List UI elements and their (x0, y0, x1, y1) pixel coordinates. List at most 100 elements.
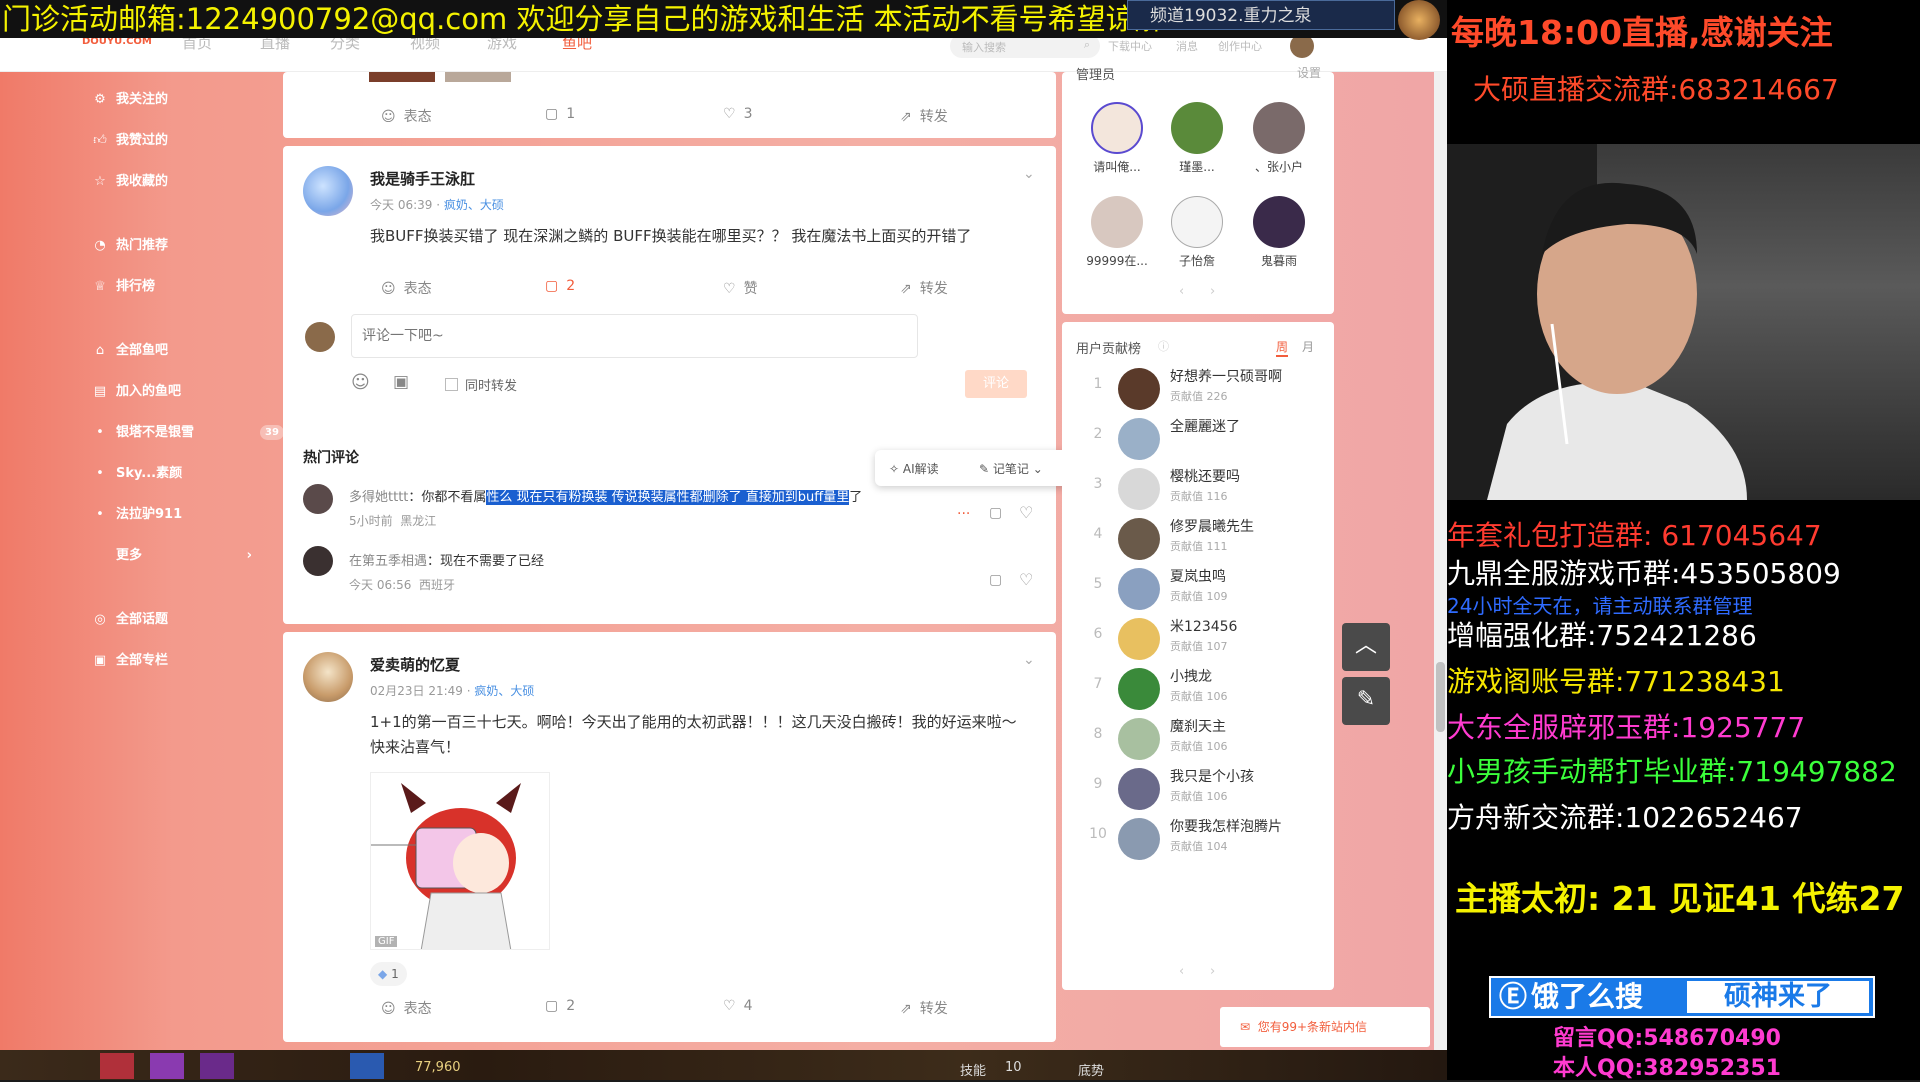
rank-tab-month[interactable]: 月 (1302, 338, 1314, 355)
author-avatar[interactable] (303, 166, 353, 216)
sparkle-icon: ✧ (889, 462, 900, 476)
commenter-avatar[interactable] (303, 546, 333, 576)
share-button[interactable]: ⇗ 转发 (900, 106, 948, 126)
post-image-thumb[interactable] (445, 72, 511, 82)
author-name[interactable]: 爱卖萌的忆夏 (370, 654, 460, 675)
sidebar-item-topics[interactable]: ◎ 全部话题 (92, 609, 168, 631)
compose-button[interactable]: ✎ (1342, 677, 1390, 725)
rank-row[interactable]: 1 好想养一只硕哥啊 贡献值 226 (1062, 364, 1322, 414)
info-icon[interactable]: ⓘ (1158, 338, 1169, 354)
sidebar-item-ranking[interactable]: ♕ 排行榜 (92, 276, 155, 298)
express-button[interactable]: ☺ 表态 (381, 106, 432, 126)
rank-row[interactable]: 5 夏岚虫鸣 贡献值 109 (1062, 564, 1322, 614)
post-gif-image[interactable]: GIF (370, 772, 550, 950)
post-tags[interactable]: 疯奶、大硕 (474, 684, 534, 698)
bullet-dot-icon: • (96, 425, 104, 440)
ai-read-label: AI解读 (902, 462, 939, 476)
sidebar-item-joined[interactable]: ▤ 加入的鱼吧 (92, 381, 181, 403)
sidebar-item-more[interactable]: 更多 › (92, 545, 252, 567)
repost-checkbox[interactable] (445, 378, 458, 391)
sidebar-item-columns[interactable]: ▣ 全部专栏 (92, 650, 168, 672)
page-scrollbar[interactable] (1434, 72, 1447, 1050)
rank-row[interactable]: 2 全麗麗迷了 (1062, 414, 1322, 464)
home-icon: ⌂ (95, 343, 105, 358)
like-button[interactable]: ♡ 3 (723, 106, 752, 122)
message-notice[interactable]: ✉ 您有99+条新站内信 (1220, 1007, 1430, 1047)
prev-page-icon[interactable]: ‹ (1179, 964, 1184, 979)
rank-row[interactable]: 10 你要我怎样泡腾片 贡献值 104 (1062, 814, 1322, 864)
moderators-settings-link[interactable]: 设置 (1297, 64, 1321, 81)
comment-input[interactable] (351, 314, 918, 358)
moderator-item[interactable]: 鬼暮雨 (1244, 196, 1314, 269)
express-button[interactable]: ☺ 表态 (381, 278, 432, 298)
prev-page-icon[interactable]: ‹ (1179, 284, 1184, 299)
rank-tab-week[interactable]: 周 (1276, 338, 1289, 357)
emoji-icon[interactable]: ☺ (351, 372, 370, 393)
moderator-name: 99999在... (1086, 254, 1148, 268)
share-button[interactable]: ⇗ 转发 (900, 278, 948, 298)
next-page-icon[interactable]: › (1210, 964, 1215, 979)
post-tags[interactable]: 疯奶、大硕 (444, 198, 504, 212)
rank-row[interactable]: 6 米123456 贡献值 107 (1062, 614, 1322, 664)
comment-submit-button[interactable]: 评论 (965, 370, 1027, 398)
next-page-icon[interactable]: › (1210, 284, 1215, 299)
sidebar-item-liked[interactable]: 👍︎ 我赞过的 (92, 130, 168, 152)
take-note-label: 记笔记 (992, 462, 1029, 476)
moderator-item[interactable]: 请叫俺... (1082, 102, 1152, 175)
rank-row[interactable]: 3 樱桃还要吗 贡献值 116 (1062, 464, 1322, 514)
rank-row[interactable]: 7 小拽龙 贡献值 106 (1062, 664, 1322, 714)
comment-button[interactable]: ▢ 2 (545, 278, 575, 294)
sidebar-item-all-yuba[interactable]: ⌂ 全部鱼吧 (92, 340, 168, 362)
rank-row[interactable]: 4 修罗晨曦先生 贡献值 111 (1062, 514, 1322, 564)
take-note-button[interactable]: ✎ 记笔记 ⌄ (979, 460, 1043, 477)
comment-meta: 5小时前 黑龙江 (349, 512, 436, 529)
like-button[interactable]: ♡ 赞 (723, 278, 758, 298)
moderator-item[interactable]: 、张小户 (1244, 102, 1314, 175)
moderator-item[interactable]: 99999在... (1082, 196, 1152, 269)
messages-link[interactable]: 消息 (1176, 38, 1198, 54)
rank-user-name: 你要我怎样泡腾片 (1170, 819, 1282, 835)
rank-row[interactable]: 8 魔刹天主 贡献值 106 (1062, 714, 1322, 764)
share-button[interactable]: ⇗ 转发 (900, 998, 948, 1018)
sidebar-item-falalv[interactable]: • 法拉驴911 (92, 504, 182, 526)
reply-icon[interactable]: ▢ (989, 572, 1002, 588)
star-icon: ☆ (94, 174, 106, 189)
main-group-text: 大硕直播交流群:683214667 (1473, 73, 1839, 106)
like-button[interactable]: ♡ 4 (723, 998, 752, 1014)
reaction-chip[interactable]: ◆ 1 (370, 962, 407, 986)
reply-icon[interactable]: ▢ (989, 505, 1002, 521)
comment-count: 2 (566, 998, 576, 1014)
repost-label: 同时转发 (465, 379, 518, 394)
selected-text[interactable]: 性么 现在只有粉换装 传说换装属性都删除了 直接加到buff量里 (486, 490, 850, 505)
search-icon[interactable]: ⌕ (1084, 38, 1090, 52)
comment-text: 在第五季相遇：现在不需要了已经 (349, 550, 544, 569)
comment-button[interactable]: ▢ 2 (545, 998, 575, 1014)
sidebar-item-following[interactable]: ⚙ 我关注的 (92, 89, 168, 111)
moderator-item[interactable]: 子怡詹 (1162, 196, 1232, 269)
heart-icon[interactable]: ♡ (1019, 503, 1033, 522)
chevron-down-icon[interactable]: ⌄ (1023, 652, 1035, 668)
moderator-item[interactable]: 瑾墨... (1162, 102, 1232, 175)
heart-icon[interactable]: ♡ (1019, 570, 1033, 589)
chevron-down-icon[interactable]: ⌄ (1023, 166, 1035, 182)
ai-read-button[interactable]: ✧ AI解读 (889, 460, 939, 477)
comment-button[interactable]: ▢ 1 (545, 106, 575, 122)
commenter-name[interactable]: 在第五季相遇 (349, 554, 427, 569)
sidebar-item-sky[interactable]: • Sky...素颜 (92, 463, 182, 485)
download-center-link[interactable]: 下载中心 (1108, 38, 1152, 54)
sidebar-item-favorites[interactable]: ☆ 我收藏的 (92, 171, 168, 193)
back-to-top-button[interactable]: ︿ (1342, 623, 1390, 671)
commenter-avatar[interactable] (303, 484, 333, 514)
rank-row[interactable]: 9 我只是个小孩 贡献值 106 (1062, 764, 1322, 814)
image-icon[interactable]: ▣ (393, 372, 409, 392)
express-button[interactable]: ☺ 表态 (381, 998, 432, 1018)
sidebar-item-hot[interactable]: ◔ 热门推荐 (92, 235, 168, 257)
commenter-name[interactable]: 多得她tttt (349, 490, 408, 505)
post-image-thumb[interactable] (369, 72, 435, 82)
scrollbar-thumb[interactable] (1436, 662, 1445, 732)
sidebar-item-yinta[interactable]: • 银塔不是银雪 39 (92, 422, 284, 444)
author-avatar[interactable] (303, 652, 353, 702)
author-name[interactable]: 我是骑手王泳肛 (370, 168, 475, 189)
more-dots-icon[interactable]: ··· (957, 506, 970, 522)
creator-center-link[interactable]: 创作中心 (1218, 38, 1262, 54)
